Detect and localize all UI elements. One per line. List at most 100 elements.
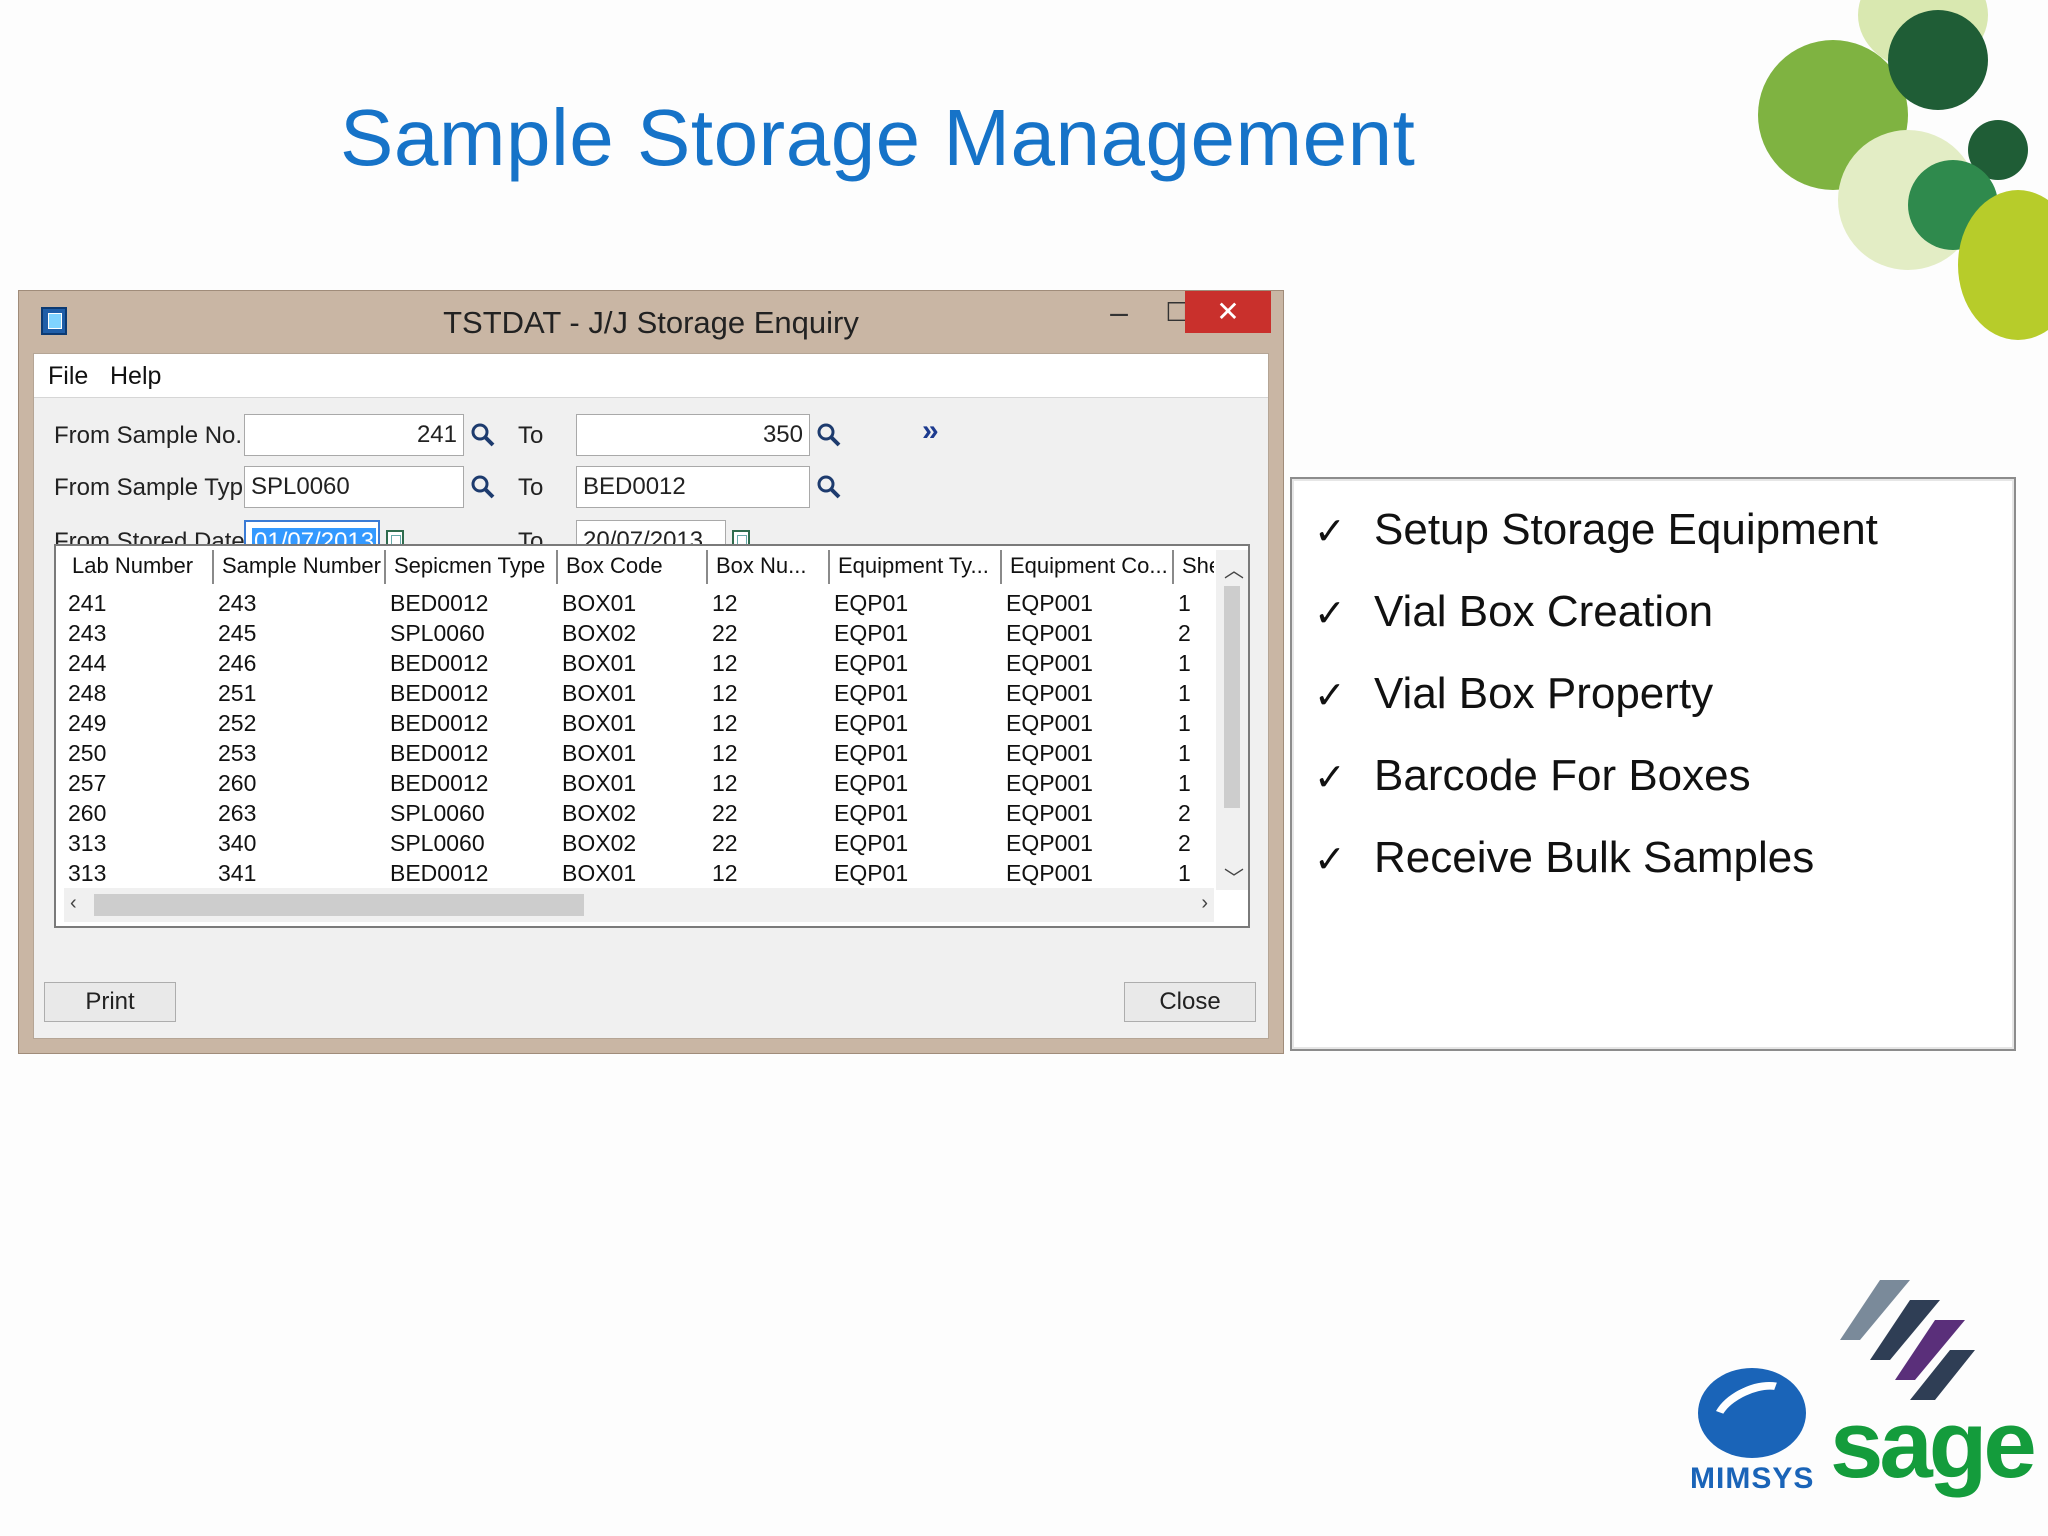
column-header[interactable]: Equipment Ty... <box>830 550 1002 584</box>
table-cell: EQP001 <box>1006 590 1093 616</box>
table-row[interactable]: 243 245 SPL0060 BOX02 22 EQP01 EQP001 2 <box>64 618 1214 648</box>
search-icon[interactable] <box>470 422 496 448</box>
vertical-scroll-thumb[interactable] <box>1224 586 1240 808</box>
minimize-button[interactable]: – <box>1089 291 1149 333</box>
from-sample-type-input[interactable]: SPL0060 <box>244 466 464 508</box>
table-cell: BED0012 <box>390 710 489 736</box>
column-header[interactable]: Equipment Co... <box>1002 550 1174 584</box>
table-cell: 257 <box>68 770 107 796</box>
table-cell: 2 <box>1178 830 1191 856</box>
table-row[interactable]: 248 251 BED0012 BOX01 12 EQP01 EQP001 1 <box>64 678 1214 708</box>
window-client-area: File Help From Sample No. 241 To 350 » F… <box>33 353 1269 1039</box>
column-header[interactable]: Box Nu... <box>708 550 830 584</box>
table-cell: 12 <box>712 860 738 886</box>
table-cell: EQP001 <box>1006 860 1093 886</box>
table-cell: BOX02 <box>562 800 637 826</box>
fast-forward-icon[interactable]: » <box>922 414 939 448</box>
table-cell: 250 <box>68 740 107 766</box>
column-header[interactable]: Box Code <box>558 550 708 584</box>
horizontal-scroll-thumb[interactable] <box>94 894 584 916</box>
menu-bar: File Help <box>34 354 1268 398</box>
table-cell: EQP001 <box>1006 770 1093 796</box>
menu-file[interactable]: File <box>48 362 88 391</box>
table-cell: 12 <box>712 680 738 706</box>
search-icon[interactable] <box>470 474 496 500</box>
table-cell: 1 <box>1178 710 1191 736</box>
search-icon[interactable] <box>816 422 842 448</box>
to-sample-no-label: To <box>518 422 544 449</box>
checkmark-icon: ✓ <box>1314 591 1346 635</box>
table-row[interactable]: 244 246 BED0012 BOX01 12 EQP01 EQP001 1 <box>64 648 1214 678</box>
table-cell: SPL0060 <box>390 830 485 856</box>
grid-body: 241 243 BED0012 BOX01 12 EQP01 EQP001 1 243 245 SP… <box>64 588 1214 886</box>
column-header[interactable]: Sample Number <box>214 550 386 584</box>
checklist-item: ✓ Setup Storage Equipment <box>1314 505 1878 555</box>
table-cell: 1 <box>1178 860 1191 886</box>
table-cell: BOX01 <box>562 680 637 706</box>
checkmark-icon: ✓ <box>1314 837 1346 881</box>
search-icon[interactable] <box>816 474 842 500</box>
table-cell: EQP001 <box>1006 650 1093 676</box>
scroll-left-icon[interactable]: ‹ <box>70 892 77 915</box>
table-cell: BED0012 <box>390 770 489 796</box>
table-row[interactable]: 260 263 SPL0060 BOX02 22 EQP01 EQP001 2 <box>64 798 1214 828</box>
table-cell: 12 <box>712 710 738 736</box>
table-row[interactable]: 250 253 BED0012 BOX01 12 EQP01 EQP001 1 <box>64 738 1214 768</box>
table-cell: BOX01 <box>562 770 637 796</box>
column-header[interactable]: Lab Number <box>64 550 214 584</box>
table-row[interactable]: 313 341 BED0012 BOX01 12 EQP01 EQP001 1 <box>64 858 1214 886</box>
scroll-right-icon[interactable]: › <box>1201 892 1208 915</box>
table-cell: 252 <box>218 710 257 736</box>
close-button[interactable]: Close <box>1124 982 1256 1022</box>
column-header[interactable]: Sepicmen Type <box>386 550 558 584</box>
table-cell: 22 <box>712 800 738 826</box>
mimsys-logo: MIMSYS <box>1690 1362 1813 1495</box>
table-cell: 1 <box>1178 680 1191 706</box>
menu-help[interactable]: Help <box>110 362 161 391</box>
results-grid[interactable]: Lab Number Sample Number Sepicmen Type Box … <box>54 544 1250 928</box>
table-cell: EQP01 <box>834 770 909 796</box>
column-header[interactable]: She <box>1174 550 1214 584</box>
table-cell: 341 <box>218 860 257 886</box>
vertical-scrollbar[interactable]: ︿ ﹀ <box>1216 550 1248 890</box>
table-cell: BED0012 <box>390 860 489 886</box>
table-cell: BOX02 <box>562 620 637 646</box>
table-cell: BOX01 <box>562 710 637 736</box>
table-cell: 2 <box>1178 800 1191 826</box>
table-cell: 12 <box>712 650 738 676</box>
grid-header: Lab Number Sample Number Sepicmen Type Box … <box>64 550 1214 584</box>
table-cell: EQP001 <box>1006 740 1093 766</box>
table-cell: 243 <box>218 590 257 616</box>
table-cell: SPL0060 <box>390 620 485 646</box>
table-cell: EQP01 <box>834 620 909 646</box>
table-cell: EQP01 <box>834 860 909 886</box>
table-row[interactable]: 257 260 BED0012 BOX01 12 EQP01 EQP001 1 <box>64 768 1214 798</box>
horizontal-scrollbar[interactable]: ‹ › <box>64 888 1214 922</box>
table-cell: EQP01 <box>834 650 909 676</box>
print-button[interactable]: Print <box>44 982 176 1022</box>
scroll-up-icon[interactable]: ︿ <box>1224 554 1244 583</box>
table-cell: 1 <box>1178 770 1191 796</box>
window-titlebar[interactable]: TSTDAT - J/J Storage Enquiry – ☐ ✕ <box>19 291 1283 353</box>
table-cell: EQP01 <box>834 830 909 856</box>
table-row[interactable]: 241 243 BED0012 BOX01 12 EQP01 EQP001 1 <box>64 588 1214 618</box>
close-window-button[interactable]: ✕ <box>1185 291 1271 333</box>
slide-title: Sample Storage Management <box>340 93 1416 182</box>
table-cell: 248 <box>68 680 107 706</box>
table-row[interactable]: 313 340 SPL0060 BOX02 22 EQP01 EQP001 2 <box>64 828 1214 858</box>
from-sample-no-input[interactable]: 241 <box>244 414 464 456</box>
scroll-down-icon[interactable]: ﹀ <box>1224 862 1244 891</box>
table-row[interactable]: 249 252 BED0012 BOX01 12 EQP01 EQP001 1 <box>64 708 1214 738</box>
to-sample-no-input[interactable]: 350 <box>576 414 810 456</box>
table-cell: BED0012 <box>390 650 489 676</box>
table-cell: 12 <box>712 590 738 616</box>
table-cell: EQP01 <box>834 710 909 736</box>
checklist-item-label: Vial Box Creation <box>1374 587 1714 636</box>
to-sample-type-label: To <box>518 474 544 501</box>
table-cell: BED0012 <box>390 590 489 616</box>
to-sample-type-input[interactable]: BED0012 <box>576 466 810 508</box>
checklist-item-label: Setup Storage Equipment <box>1374 505 1878 554</box>
table-cell: EQP01 <box>834 590 909 616</box>
table-cell: 1 <box>1178 590 1191 616</box>
table-cell: 22 <box>712 620 738 646</box>
